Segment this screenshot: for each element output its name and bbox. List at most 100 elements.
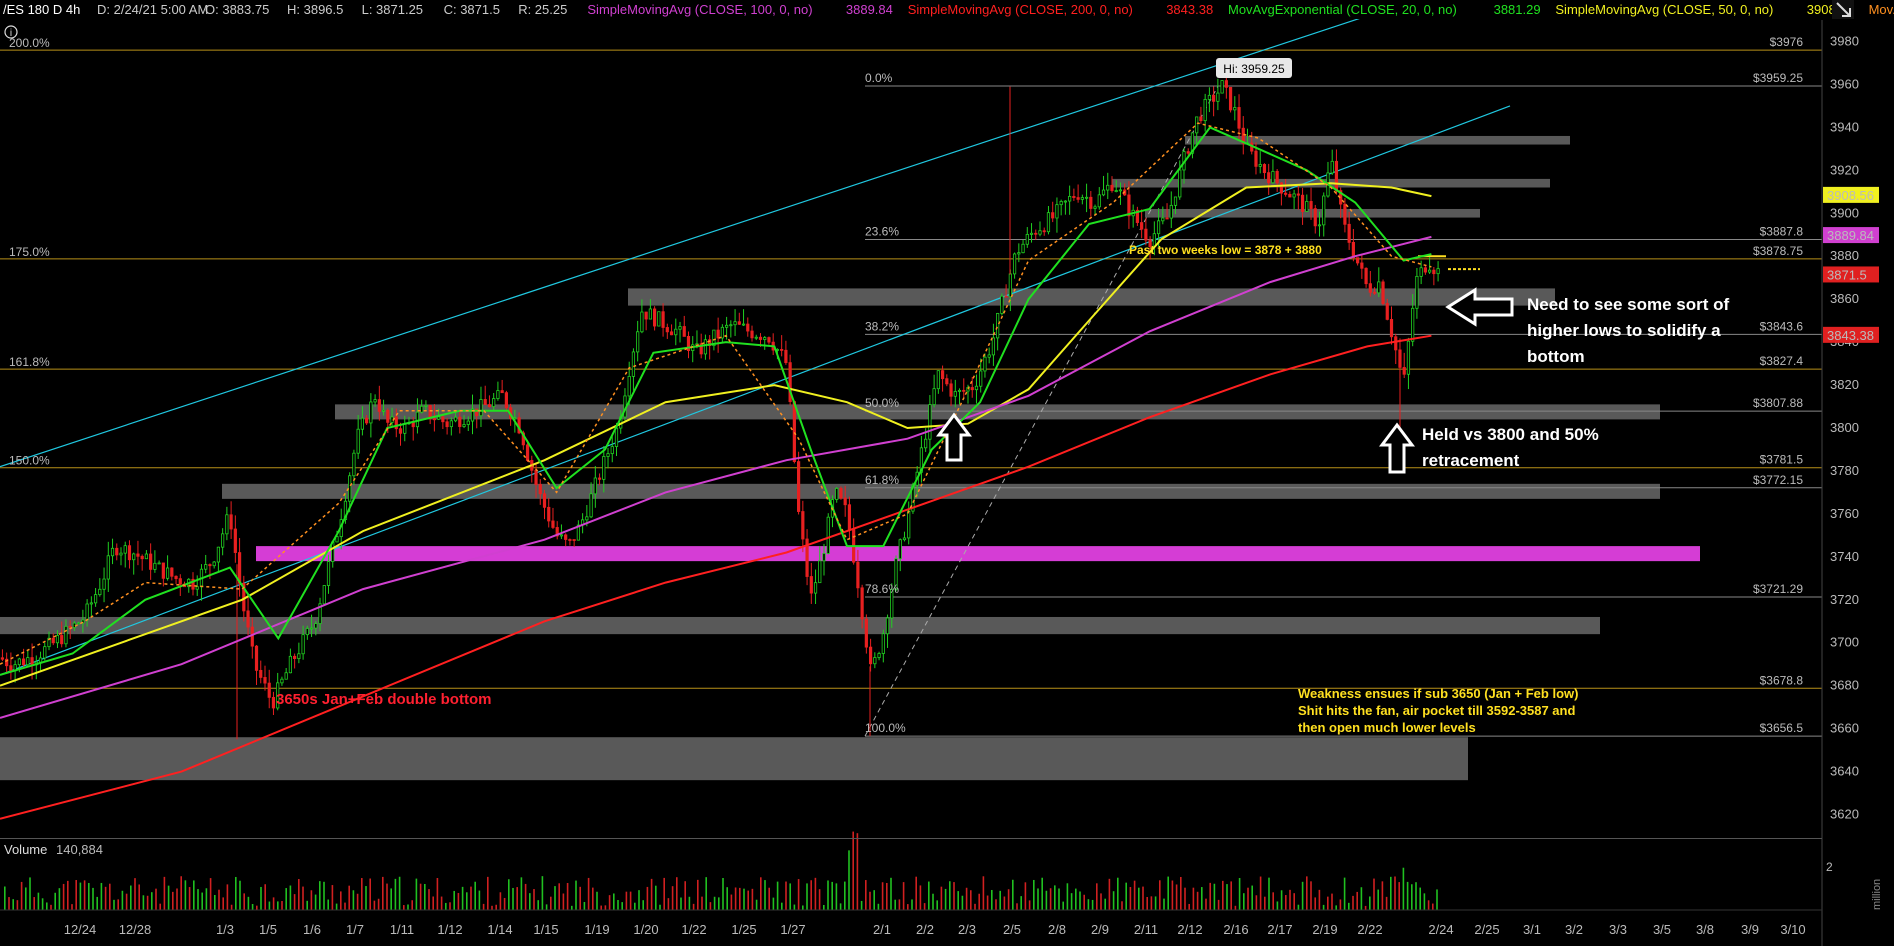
volume-bar <box>428 889 430 910</box>
volume-bar <box>1192 887 1195 910</box>
volume-bar <box>92 887 94 910</box>
candle-body <box>809 576 813 594</box>
candle-body <box>424 405 428 407</box>
study-label[interactable]: MovAvgExponential (CLOSE, 20, 0, no) <box>1228 2 1457 17</box>
candle-body <box>1076 197 1080 200</box>
price-badge-text: 3843.38 <box>1827 328 1874 343</box>
volume-bar <box>394 878 397 910</box>
volume-bar <box>1020 896 1022 910</box>
candle-body <box>1428 269 1432 273</box>
volume-bar <box>407 904 409 910</box>
date-tick-label: 1/25 <box>731 922 756 937</box>
date-tick-label: 1/12 <box>437 922 462 937</box>
candle-body <box>437 416 441 420</box>
volume-bar <box>1276 901 1279 910</box>
volume-bar <box>411 900 413 910</box>
volume-bar <box>957 891 959 910</box>
candle-body <box>466 420 470 425</box>
volume-bar <box>592 887 594 910</box>
candle-body <box>1046 212 1051 233</box>
volume-bar <box>1007 889 1010 910</box>
candle-body <box>737 321 741 325</box>
symbol-title[interactable]: /ES 180 D 4h <box>3 2 80 17</box>
left-fib-label: 150.0% <box>9 454 50 468</box>
arrow-down-right-icon[interactable] <box>1832 0 1854 19</box>
volume-bar <box>999 890 1001 910</box>
volume-bar <box>751 888 754 910</box>
volume-bar <box>37 892 40 910</box>
volume-bar <box>953 882 955 910</box>
volume-bar <box>928 881 930 910</box>
candle-body <box>21 658 26 666</box>
volume-bar <box>1217 899 1220 910</box>
volume-bar <box>1255 895 1258 910</box>
volume-bar <box>1003 896 1006 910</box>
candle-body <box>233 528 237 553</box>
right-level-label: $3721.29 <box>1753 582 1803 596</box>
price-tick-label: 3960 <box>1830 76 1859 91</box>
candle-body <box>106 555 110 580</box>
candle-body <box>1317 224 1322 227</box>
candle-body <box>1106 184 1110 191</box>
volume-bar <box>1234 905 1237 910</box>
candle-body <box>305 628 309 636</box>
study-label[interactable]: SimpleMovingAvg (CLOSE, 50, 0, no) <box>1555 2 1773 17</box>
volume-label: Volume <box>4 842 47 857</box>
candle-body <box>293 655 297 660</box>
volume-bar <box>361 878 363 910</box>
volume-bar <box>29 877 31 910</box>
volume-bar <box>1226 884 1228 910</box>
volume-bar <box>293 894 296 910</box>
volume-bar <box>1306 876 1308 910</box>
candle-body <box>648 308 652 320</box>
candle-body <box>1034 232 1038 235</box>
candle-body <box>60 635 64 645</box>
chart-canvas[interactable]: $3976 $3959.25 $3887.8 $3878.75 $3843.6 $3827… <box>0 0 1894 946</box>
volume-bar <box>75 880 77 910</box>
candle-body <box>1165 217 1169 220</box>
volume-bar <box>533 889 535 910</box>
volume-bar <box>125 893 128 910</box>
candle-body <box>415 411 420 428</box>
volume-bar <box>323 881 325 910</box>
volume-bar <box>184 880 187 910</box>
volume-bar <box>860 900 863 910</box>
volume-bar <box>1289 889 1291 910</box>
candle-body <box>741 323 746 326</box>
volume-bar <box>348 885 350 910</box>
candle-body <box>1080 197 1084 200</box>
volume-bar <box>608 895 611 910</box>
price-tick-label: 3680 <box>1830 678 1859 693</box>
study-value: 3843.38 <box>1166 2 1213 17</box>
candle-body <box>420 405 424 413</box>
volume-bar <box>331 885 334 910</box>
study-label[interactable]: MovAvgExponential ... <box>1869 2 1894 17</box>
volume-bar <box>856 833 859 910</box>
candle-body <box>89 602 93 605</box>
candle-body <box>479 399 483 417</box>
price-tick-label: 3700 <box>1830 635 1859 650</box>
volume-bar <box>1310 881 1312 910</box>
volume-bar <box>818 889 821 910</box>
candle-body <box>153 562 157 570</box>
date-tick-label: 2/9 <box>1091 922 1109 937</box>
study-label[interactable]: SimpleMovingAvg (CLOSE, 100, 0, no) <box>587 2 812 17</box>
volume-bar <box>474 881 476 910</box>
study-label[interactable]: SimpleMovingAvg (CLOSE, 200, 0, no) <box>908 2 1133 17</box>
volume-bar <box>365 886 367 910</box>
volume-bar <box>327 899 329 910</box>
volume-bar <box>155 888 157 910</box>
candle-body <box>928 404 932 440</box>
candle-body <box>453 416 458 422</box>
date-tick-label: 3/2 <box>1565 922 1583 937</box>
candle-body <box>843 497 847 506</box>
volume-bar <box>403 905 405 910</box>
right-level-label: $3827.4 <box>1760 354 1804 368</box>
candle-body <box>449 420 453 428</box>
date-tick-label: 3/9 <box>1741 922 1759 937</box>
volume-bar <box>33 897 35 910</box>
high-label: Hi: 3959.25 <box>1216 58 1292 78</box>
candle-body <box>661 311 665 328</box>
volume-bar <box>604 905 607 910</box>
candle-body <box>1063 200 1068 203</box>
